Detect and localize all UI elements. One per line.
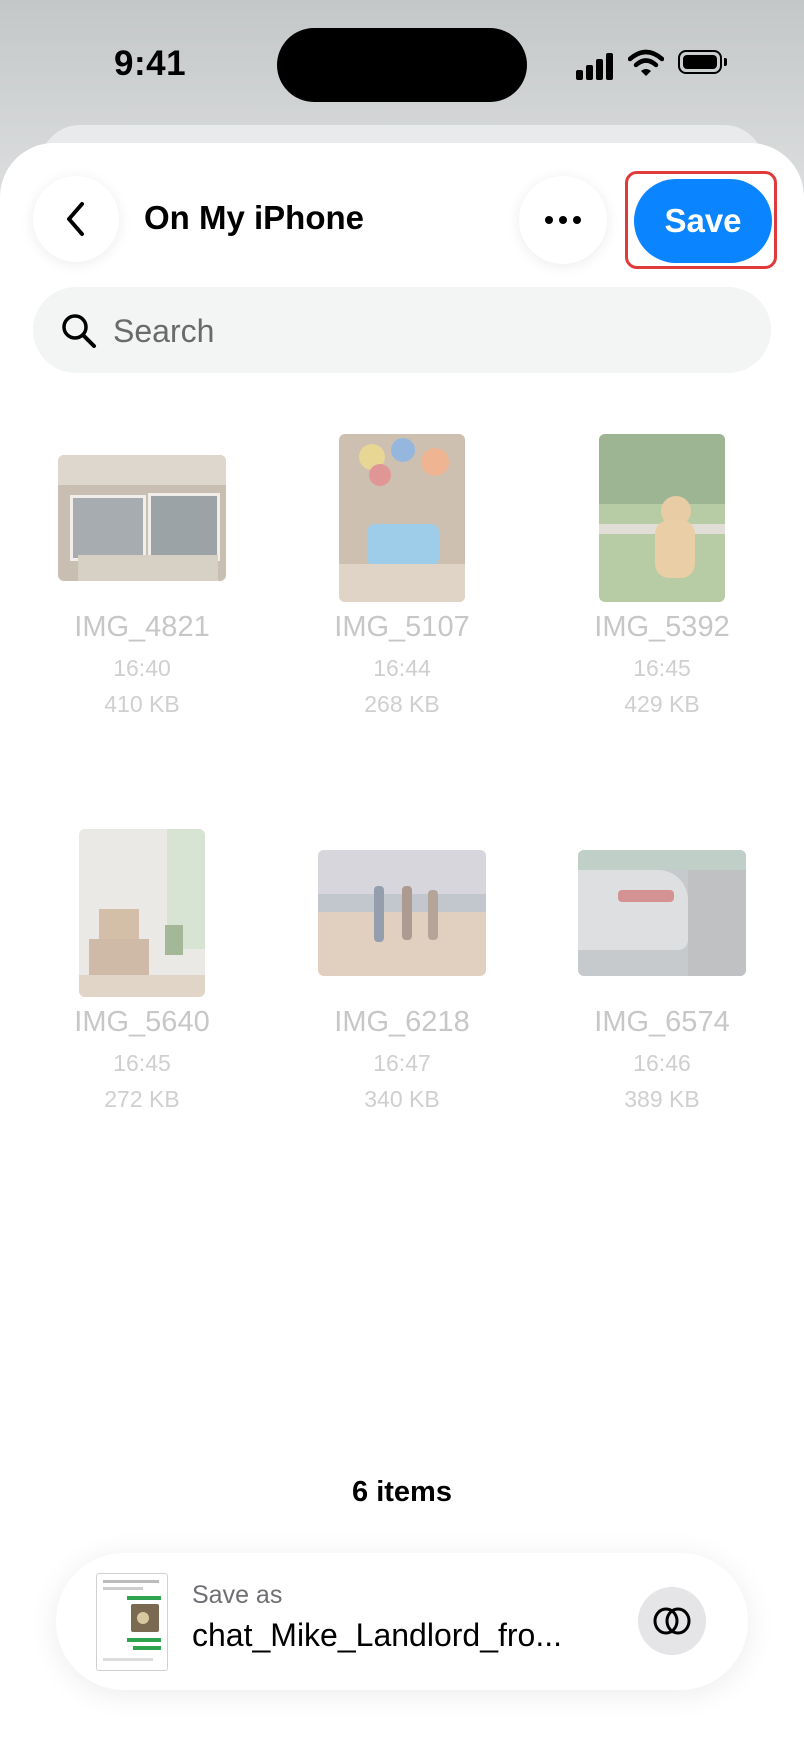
file-thumbnail xyxy=(58,455,226,581)
ellipsis-icon xyxy=(545,216,553,224)
file-size: 340 KB xyxy=(364,1086,440,1112)
file-time: 16:47 xyxy=(373,1050,431,1076)
location-title: On My iPhone xyxy=(144,199,365,236)
file-thumbnail xyxy=(578,850,746,976)
more-options-button[interactable] xyxy=(519,176,607,264)
thumbnail-container xyxy=(272,433,532,603)
dynamic-island xyxy=(277,28,527,102)
search-bar[interactable] xyxy=(33,287,771,375)
thumbnail-container xyxy=(12,828,272,998)
file-thumbnail xyxy=(339,434,465,602)
file-size: 429 KB xyxy=(624,691,700,717)
thumbnail-container xyxy=(272,828,532,998)
sheet-header: On My iPhone Save xyxy=(0,143,804,383)
item-count: 6 items xyxy=(352,1476,452,1508)
file-time: 16:46 xyxy=(633,1050,691,1076)
search-icon xyxy=(62,314,96,348)
file-name: IMG_4821 xyxy=(74,611,210,643)
file-name: IMG_5392 xyxy=(594,611,730,643)
file-time: 16:40 xyxy=(113,655,171,681)
file-name: IMG_6574 xyxy=(594,1006,730,1038)
chevron-left-icon xyxy=(67,202,84,236)
search-input[interactable] xyxy=(111,287,715,375)
file-name: IMG_5640 xyxy=(74,1006,210,1038)
overlap-circles-icon xyxy=(653,1607,691,1635)
filename-field[interactable]: chat_Mike_Landlord_fro... xyxy=(192,1617,612,1654)
back-button[interactable] xyxy=(33,176,119,262)
file-size: 410 KB xyxy=(104,691,180,717)
file-name: IMG_6218 xyxy=(334,1006,470,1038)
file-thumbnail xyxy=(599,434,725,602)
status-bar: 9:41 xyxy=(0,0,804,130)
battery-icon xyxy=(678,50,727,74)
cellular-signal-icon xyxy=(576,50,616,80)
file-thumbnail xyxy=(318,850,486,976)
file-time: 16:45 xyxy=(633,655,691,681)
file-size: 268 KB xyxy=(364,691,440,717)
file-time: 16:45 xyxy=(113,1050,171,1076)
ellipsis-dot xyxy=(559,216,567,224)
file-thumbnail xyxy=(79,829,205,997)
save-button[interactable]: Save xyxy=(634,179,772,263)
file-picker-sheet: On My iPhone Save IMG_4821 16:40 xyxy=(0,143,804,1748)
thumbnail-container xyxy=(532,433,792,603)
file-size: 272 KB xyxy=(104,1086,180,1112)
wifi-icon xyxy=(628,49,664,76)
save-as-bar: Save as chat_Mike_Landlord_fro... xyxy=(56,1553,748,1690)
format-toggle-button[interactable] xyxy=(638,1587,706,1655)
file-name: IMG_5107 xyxy=(334,611,470,643)
document-thumbnail xyxy=(96,1573,168,1671)
save-as-label: Save as xyxy=(192,1581,283,1609)
status-time: 9:41 xyxy=(114,44,187,83)
file-time: 16:44 xyxy=(373,655,431,681)
thumbnail-container xyxy=(12,433,272,603)
thumbnail-container xyxy=(532,828,792,998)
file-size: 389 KB xyxy=(624,1086,700,1112)
ellipsis-dot xyxy=(573,216,581,224)
